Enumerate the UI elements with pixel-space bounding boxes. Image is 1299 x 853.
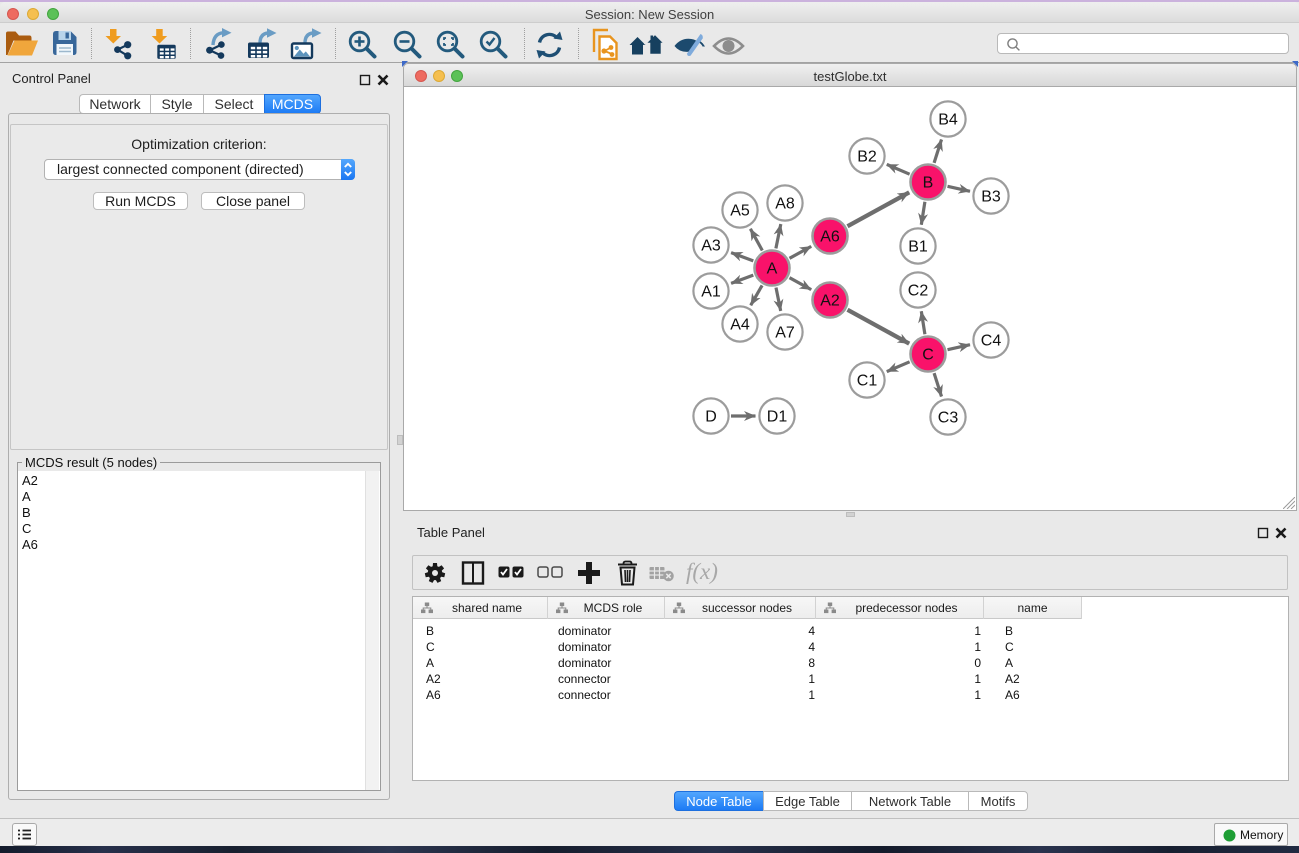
svg-text:C: C	[922, 347, 934, 364]
svg-text:D: D	[705, 409, 717, 426]
svg-text:C4: C4	[981, 333, 1002, 350]
svg-text:C2: C2	[908, 283, 929, 300]
svg-text:D1: D1	[767, 409, 788, 426]
svg-text:B2: B2	[857, 149, 877, 166]
svg-text:B4: B4	[938, 112, 958, 129]
svg-text:B1: B1	[908, 239, 928, 256]
svg-text:A1: A1	[701, 284, 721, 301]
svg-text:A3: A3	[701, 238, 721, 255]
svg-text:A7: A7	[775, 325, 795, 342]
svg-text:A5: A5	[730, 203, 750, 220]
svg-text:B: B	[923, 175, 934, 192]
svg-text:C1: C1	[857, 373, 878, 390]
svg-text:A2: A2	[820, 293, 840, 310]
svg-text:C3: C3	[938, 410, 959, 427]
svg-text:A8: A8	[775, 196, 795, 213]
svg-text:A6: A6	[820, 229, 840, 246]
svg-text:A: A	[767, 261, 778, 278]
svg-text:B3: B3	[981, 189, 1001, 206]
svg-text:A4: A4	[730, 317, 750, 334]
